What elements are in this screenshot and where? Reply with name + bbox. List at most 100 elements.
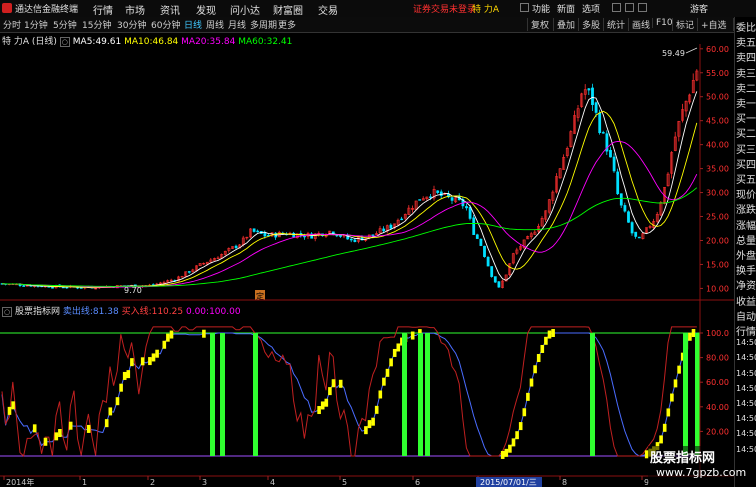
btn-biaoji[interactable]: 标记	[672, 18, 694, 31]
period-more[interactable]: 更多	[278, 18, 296, 31]
side-tab[interactable]: 买一	[736, 110, 756, 125]
side-tab[interactable]: 14:50	[736, 384, 756, 393]
period-fenshi[interactable]: 分时	[3, 18, 21, 31]
side-tab[interactable]: 买四	[736, 156, 756, 171]
period-weekly[interactable]: 周线	[206, 18, 224, 31]
user-icon[interactable]	[638, 3, 647, 12]
period-monthly[interactable]: 月线	[228, 18, 246, 31]
candle-body	[353, 239, 357, 243]
buy-signal-block	[68, 421, 73, 430]
side-tab[interactable]: 买二	[736, 125, 756, 140]
side-tab[interactable]: 14:50	[736, 353, 756, 362]
high-price-pointer	[685, 47, 698, 54]
buy-signal-block	[140, 357, 145, 366]
window-icon[interactable]	[612, 3, 621, 12]
side-tab[interactable]: 卖四	[736, 49, 756, 64]
side-tab[interactable]: 卖一	[736, 95, 756, 110]
menu-wenxiaoda[interactable]: 问小达	[230, 2, 260, 17]
price-tick-label: 10.00	[706, 284, 729, 293]
side-tab[interactable]: 涨幅	[736, 217, 756, 232]
candle-body	[216, 257, 220, 260]
menu-caifuquan[interactable]: 财富圈	[273, 2, 303, 17]
candle-body	[439, 191, 443, 196]
side-tab[interactable]: 14:50	[736, 429, 756, 438]
btn-tongji[interactable]: 统计	[603, 18, 625, 31]
side-tab[interactable]: 委比	[736, 19, 756, 34]
menu-youke[interactable]: 游客	[690, 2, 708, 15]
btn-zixuan[interactable]: +自选	[697, 18, 727, 31]
buy-signal-block	[677, 365, 681, 374]
side-tab[interactable]: 买五	[736, 171, 756, 186]
side-tab[interactable]: 换手	[736, 262, 756, 277]
period-15min[interactable]: 15分钟	[82, 18, 111, 31]
buy-signal-block	[320, 401, 325, 410]
side-tab[interactable]: 14:50	[736, 369, 756, 378]
stock-name: 特 力A	[472, 5, 500, 15]
buy-signal-block	[202, 329, 206, 338]
menu-hangqing[interactable]: 行情	[93, 2, 113, 17]
menu-xuanxiang[interactable]: 选项	[582, 2, 600, 15]
side-tab[interactable]: 卖五	[736, 34, 756, 49]
side-tab[interactable]: 买三	[736, 141, 756, 156]
buy-signal-block	[148, 357, 152, 366]
btn-fuquan[interactable]: 复权	[527, 18, 549, 31]
btn-duogu[interactable]: 多股	[578, 18, 600, 31]
menu-zixun[interactable]: 资讯	[160, 2, 180, 17]
buy-signal-block	[392, 348, 397, 357]
indicator-tick-label: 100.0	[706, 329, 729, 338]
side-tab[interactable]: 14:50	[736, 338, 756, 347]
period-1min[interactable]: 1分钟	[24, 18, 48, 31]
candle-body	[234, 245, 238, 249]
buy-signal-block	[108, 407, 113, 416]
side-tab[interactable]: 14:50	[736, 445, 756, 454]
side-tab[interactable]: 卖二	[736, 80, 756, 95]
side-tab[interactable]: 自动	[736, 308, 756, 323]
period-60min[interactable]: 60分钟	[151, 18, 180, 31]
buy-signal-block	[500, 450, 505, 459]
period-daily[interactable]: 日线	[184, 18, 202, 31]
candle-body	[349, 238, 353, 241]
btn-diejia[interactable]: 叠加	[553, 18, 575, 31]
chart-area[interactable]: 59.499.70定 60.0055.0050.0045.0040.0035.0…	[0, 44, 734, 487]
menu-jiaoyi[interactable]: 交易	[318, 2, 338, 17]
side-tab[interactable]: 净资	[736, 277, 756, 292]
period-5min[interactable]: 5分钟	[53, 18, 77, 31]
candle-body	[609, 150, 612, 158]
candle-body	[475, 234, 479, 239]
menu-gongneng[interactable]: 功能	[532, 2, 550, 15]
period-multi[interactable]: 多周期	[250, 18, 277, 31]
side-tab[interactable]: 14:50	[736, 414, 756, 423]
candle-body	[382, 228, 386, 232]
candle-body	[256, 230, 260, 233]
buy-signal-block	[104, 419, 109, 428]
side-tab[interactable]: 现价	[736, 186, 756, 201]
help-icon[interactable]	[625, 3, 634, 12]
menu-faxian[interactable]: 发现	[196, 2, 216, 17]
candle-body	[630, 222, 634, 234]
menu-shichang[interactable]: 市场	[125, 2, 145, 17]
side-tab[interactable]: 行情	[736, 323, 756, 338]
side-tab[interactable]: 14:50	[736, 399, 756, 408]
side-tab[interactable]: 涨跌	[736, 201, 756, 216]
candle-body	[598, 112, 602, 133]
price-tick-label: 20.00	[706, 236, 729, 245]
candle-body	[479, 238, 483, 246]
buy-signal-block	[551, 329, 555, 337]
side-tab[interactable]: 收益	[736, 293, 756, 308]
btn-f10[interactable]: F10	[652, 18, 673, 28]
btn-huaxian[interactable]: 画线	[628, 18, 650, 31]
price-tick-label: 55.00	[706, 69, 729, 78]
time-tick-label: 8	[562, 478, 567, 487]
period-30min[interactable]: 30分钟	[117, 18, 146, 31]
side-tab[interactable]: 总量	[736, 232, 756, 247]
high-price-label: 59.49	[662, 49, 685, 58]
login-status[interactable]: 证券交易未登录	[413, 2, 476, 15]
side-tab[interactable]: 外盘	[736, 247, 756, 262]
buy-signal-block	[374, 405, 379, 414]
menu-xinmian[interactable]: 新面	[557, 2, 575, 15]
app-logo-icon	[2, 3, 12, 13]
side-tab[interactable]: 卖三	[736, 65, 756, 80]
buy-signal-block	[526, 392, 530, 401]
candle-body	[187, 271, 191, 273]
toolbar-icon[interactable]	[520, 3, 529, 12]
